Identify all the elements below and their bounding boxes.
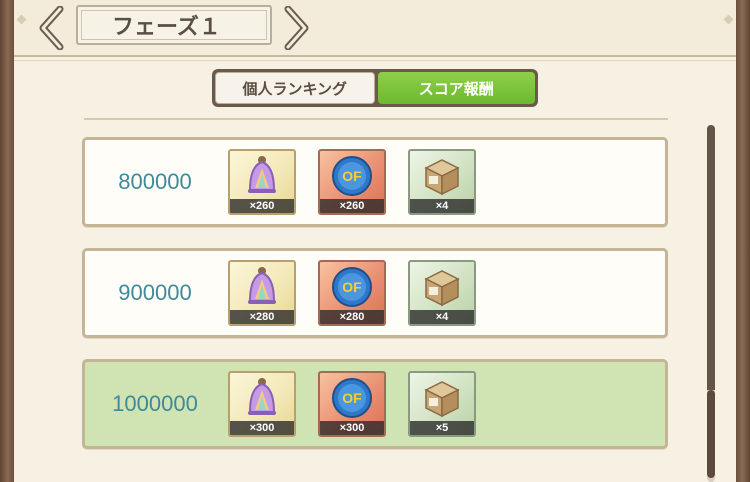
phase-title: フェーズ１	[76, 5, 272, 45]
next-phase-button[interactable]	[284, 6, 310, 50]
of-coin-icon: OF	[320, 262, 384, 312]
chevron-right-icon	[284, 6, 309, 50]
item-count: ×260	[230, 199, 294, 213]
reward-item-box[interactable]: ×4	[408, 149, 476, 215]
tab-personal-ranking[interactable]: 個人ランキング	[215, 72, 375, 104]
reward-item-coin[interactable]: OF ×300	[318, 371, 386, 437]
item-count: ×300	[230, 421, 294, 435]
of-coin-icon: OF	[320, 373, 384, 423]
supply-box-icon	[410, 262, 474, 312]
left-frame	[0, 0, 14, 482]
corner-ornament	[16, 14, 27, 25]
reward-item-box[interactable]: ×4	[408, 260, 476, 326]
scrollbar[interactable]	[707, 125, 715, 482]
item-count: ×4	[410, 310, 474, 324]
item-count: ×4	[410, 199, 474, 213]
item-count: ×280	[320, 310, 384, 324]
tab-bar: 個人ランキング スコア報酬	[212, 69, 538, 107]
scrollbar-track	[707, 125, 715, 390]
score-threshold: 1000000	[112, 391, 198, 416]
item-count: ×260	[320, 199, 384, 213]
right-frame	[736, 0, 750, 482]
divider	[84, 118, 668, 120]
reward-item-bell[interactable]: ×280	[228, 260, 296, 326]
reward-row: 800000 ×260 OF ×260 ×4	[82, 137, 668, 227]
prev-phase-button[interactable]	[38, 6, 64, 50]
reward-row: 1000000 ×300 OF ×300 ×5	[82, 359, 668, 449]
supply-box-icon	[410, 151, 474, 201]
rainbow-bell-icon	[230, 151, 294, 201]
item-count: ×5	[410, 421, 474, 435]
tab-score-rewards[interactable]: スコア報酬	[377, 72, 535, 104]
item-count: ×280	[230, 310, 294, 324]
of-coin-icon: OF	[320, 151, 384, 201]
reward-item-box[interactable]: ×5	[408, 371, 476, 437]
reward-row: 900000 ×280 OF ×280 ×4	[82, 248, 668, 338]
reward-item-bell[interactable]: ×300	[228, 371, 296, 437]
rainbow-bell-icon	[230, 262, 294, 312]
score-threshold: 800000	[118, 169, 192, 194]
svg-text:OF: OF	[342, 390, 362, 406]
corner-ornament	[723, 14, 734, 25]
rainbow-bell-icon	[230, 373, 294, 423]
score-threshold: 900000	[118, 280, 192, 305]
svg-text:OF: OF	[342, 168, 362, 184]
reward-item-coin[interactable]: OF ×280	[318, 260, 386, 326]
scrollbar-thumb[interactable]	[707, 390, 715, 478]
reward-item-coin[interactable]: OF ×260	[318, 149, 386, 215]
item-count: ×300	[320, 421, 384, 435]
svg-text:OF: OF	[342, 279, 362, 295]
supply-box-icon	[410, 373, 474, 423]
reward-item-bell[interactable]: ×260	[228, 149, 296, 215]
chevron-left-icon	[39, 6, 64, 50]
